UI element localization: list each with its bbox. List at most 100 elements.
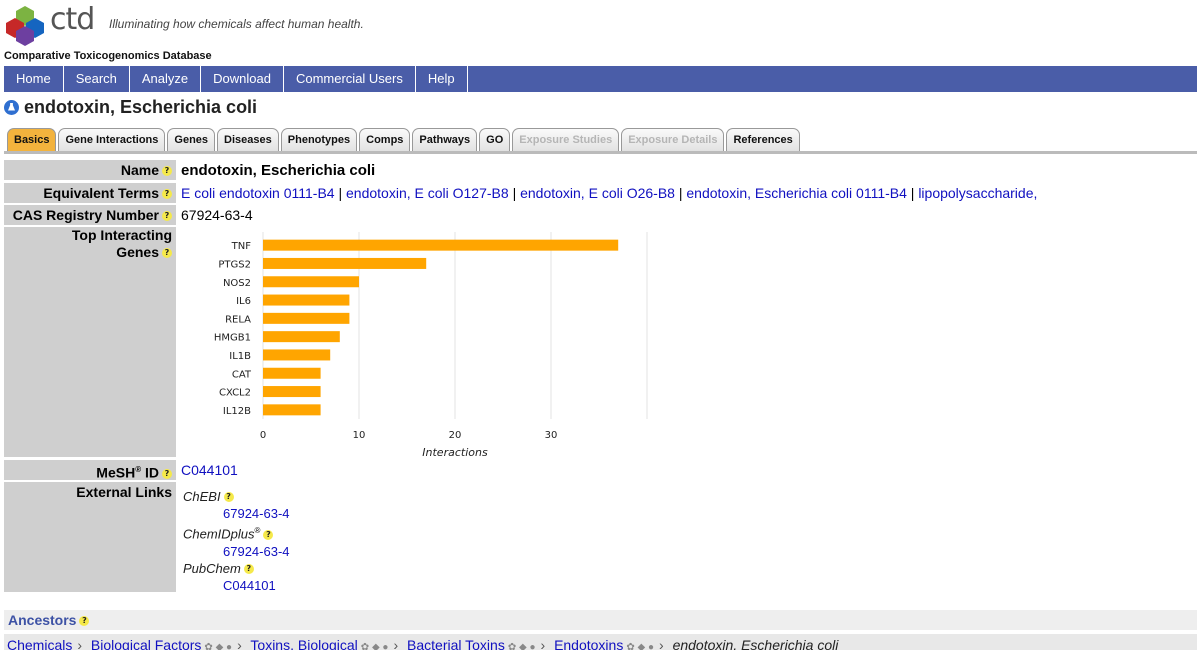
ancestor-action-icon[interactable]: ✿ ◆ ● bbox=[204, 642, 232, 650]
ancestor-action-icon[interactable]: ✿ ◆ ● bbox=[508, 642, 536, 650]
ancestor-link[interactable]: Biological Factors bbox=[91, 637, 202, 650]
bar bbox=[263, 239, 619, 251]
mesh-label: MeSH® ID? bbox=[4, 460, 176, 481]
tab-exposure-studies: Exposure Studies bbox=[512, 128, 620, 151]
ancestor-link[interactable]: Toxins, Biological bbox=[250, 637, 357, 650]
cas-value: 67924-63-4 bbox=[181, 207, 253, 223]
help-icon[interactable]: ? bbox=[162, 468, 172, 479]
nav-search[interactable]: Search bbox=[64, 66, 130, 92]
ext-links-list: ChEBI? 67924-63-4 ChemIDplus®? 67924-63-… bbox=[183, 489, 290, 593]
tagline: Illuminating how chemicals affect human … bbox=[109, 17, 364, 31]
ancestor-action-icon[interactable]: ✿ ◆ ● bbox=[361, 642, 389, 650]
x-tick-label: 0 bbox=[260, 430, 266, 441]
help-icon[interactable]: ? bbox=[162, 211, 172, 222]
pubchem-label: PubChem bbox=[183, 560, 241, 576]
bar bbox=[263, 294, 350, 306]
tab-genes[interactable]: Genes bbox=[167, 128, 216, 151]
equiv-term-link[interactable]: lipopolysaccharide, bbox=[918, 185, 1037, 201]
name-label: Name? bbox=[4, 160, 176, 180]
chebi-link[interactable]: 67924-63-4 bbox=[223, 506, 290, 521]
mesh-id-link[interactable]: C044101 bbox=[181, 462, 238, 478]
nav-help[interactable]: Help bbox=[416, 66, 468, 92]
tab-comps[interactable]: Comps bbox=[359, 128, 411, 151]
ctd-logo-icon[interactable] bbox=[4, 4, 46, 46]
logo-text[interactable]: ctd bbox=[50, 2, 95, 37]
bar bbox=[263, 312, 350, 324]
tab-gene-interactions[interactable]: Gene Interactions bbox=[58, 128, 166, 151]
tab-underline bbox=[4, 151, 1197, 154]
help-icon[interactable]: ? bbox=[162, 189, 172, 200]
gene-label: TNF bbox=[231, 241, 252, 252]
equiv-term-link[interactable]: endotoxin, E coli O26-B8 bbox=[520, 185, 675, 201]
gene-label: HMGB1 bbox=[214, 333, 251, 344]
gene-label: RELA bbox=[225, 314, 251, 325]
equivalent-terms-row: Equivalent Terms? E coli endotoxin 0111-… bbox=[4, 183, 1197, 203]
help-icon[interactable]: ? bbox=[243, 563, 254, 574]
separator: | bbox=[678, 185, 683, 201]
gene-label: CAT bbox=[232, 369, 252, 380]
page-title: endotoxin, Escherichia coli bbox=[24, 96, 258, 117]
nav-download[interactable]: Download bbox=[201, 66, 284, 92]
bar bbox=[263, 257, 427, 269]
bar bbox=[263, 276, 359, 288]
tab-pathways[interactable]: Pathways bbox=[412, 128, 478, 151]
main-nav: Home Search Analyze Download Commercial … bbox=[4, 66, 1197, 92]
breadcrumb-separator: › bbox=[540, 637, 546, 650]
chemidplus-link[interactable]: 67924-63-4 bbox=[223, 544, 290, 559]
top-genes-label: Top Interacting Genes? bbox=[4, 227, 176, 457]
nav-home[interactable]: Home bbox=[4, 66, 64, 92]
equiv-terms: E coli endotoxin 0111-B4 | endotoxin, E … bbox=[181, 185, 1037, 201]
ancestor-link[interactable]: Chemicals bbox=[7, 637, 72, 650]
separator: | bbox=[512, 185, 517, 201]
bar bbox=[263, 404, 321, 416]
chemical-flask-icon bbox=[4, 99, 19, 115]
gene-label: IL12B bbox=[223, 406, 251, 417]
ancestors-header: Ancestors? bbox=[4, 610, 1197, 630]
cas-label: CAS Registry Number? bbox=[4, 205, 176, 225]
gene-label: IL1B bbox=[229, 351, 251, 362]
x-tick-label: 20 bbox=[449, 430, 462, 441]
top-interacting-genes-chart: 0 10 20 30 TNF PTGS2 NOS2 IL6 RELA HMGB1 IL1B CAT CX… bbox=[214, 232, 648, 456]
breadcrumb-separator: › bbox=[77, 637, 83, 650]
tab-phenotypes[interactable]: Phenotypes bbox=[280, 128, 358, 151]
bar bbox=[263, 349, 331, 361]
tab-basics[interactable]: Basics bbox=[7, 128, 57, 151]
site-name: Comparative Toxicogenomics Database bbox=[4, 50, 212, 62]
bar bbox=[263, 386, 321, 398]
bar bbox=[263, 367, 321, 379]
equiv-term-link[interactable]: E coli endotoxin 0111-B4 bbox=[181, 185, 335, 201]
tab-diseases[interactable]: Diseases bbox=[217, 128, 279, 151]
ancestor-current: endotoxin, Escherichia coli bbox=[672, 637, 839, 650]
x-tick-label: 30 bbox=[545, 430, 558, 441]
nav-commercial-users[interactable]: Commercial Users bbox=[284, 66, 416, 92]
breadcrumb-separator: › bbox=[237, 637, 242, 650]
chemidplus-label: ChemIDplus bbox=[183, 526, 255, 542]
ancestor-link[interactable]: Endotoxins bbox=[554, 637, 623, 650]
breadcrumb-separator: › bbox=[659, 637, 664, 650]
tab-references[interactable]: References bbox=[726, 128, 800, 151]
separator: | bbox=[338, 185, 343, 201]
chebi-label: ChEBI bbox=[183, 489, 221, 504]
gene-label: IL6 bbox=[236, 296, 251, 307]
gene-label: NOS2 bbox=[223, 278, 251, 289]
separator: | bbox=[910, 185, 915, 201]
equiv-term-link[interactable]: endotoxin, Escherichia coli 0111-B4 bbox=[686, 185, 907, 201]
gene-label: CXCL2 bbox=[219, 388, 251, 399]
pubchem-link[interactable]: C044101 bbox=[223, 578, 276, 593]
help-icon[interactable]: ? bbox=[223, 492, 234, 503]
tab-go[interactable]: GO bbox=[479, 128, 511, 151]
bar bbox=[263, 331, 340, 343]
ancestor-action-icon[interactable]: ✿ ◆ ● bbox=[626, 642, 654, 650]
ancestors-breadcrumb: Chemicals › Biological Factors ✿ ◆ ● › Toxi… bbox=[4, 634, 1197, 650]
help-icon[interactable]: ? bbox=[79, 616, 90, 627]
help-icon[interactable]: ? bbox=[263, 529, 274, 540]
tab-bar: Basics Gene Interactions Genes Diseases … bbox=[7, 128, 800, 151]
breadcrumb-separator: › bbox=[393, 637, 399, 650]
help-icon[interactable]: ? bbox=[162, 166, 172, 177]
nav-analyze[interactable]: Analyze bbox=[130, 66, 202, 92]
equiv-label: Equivalent Terms? bbox=[4, 183, 176, 203]
tab-exposure-details: Exposure Details bbox=[621, 128, 725, 151]
ancestor-link[interactable]: Bacterial Toxins bbox=[407, 637, 505, 650]
help-icon[interactable]: ? bbox=[162, 248, 172, 259]
equiv-term-link[interactable]: endotoxin, E coli O127-B8 bbox=[346, 185, 509, 201]
